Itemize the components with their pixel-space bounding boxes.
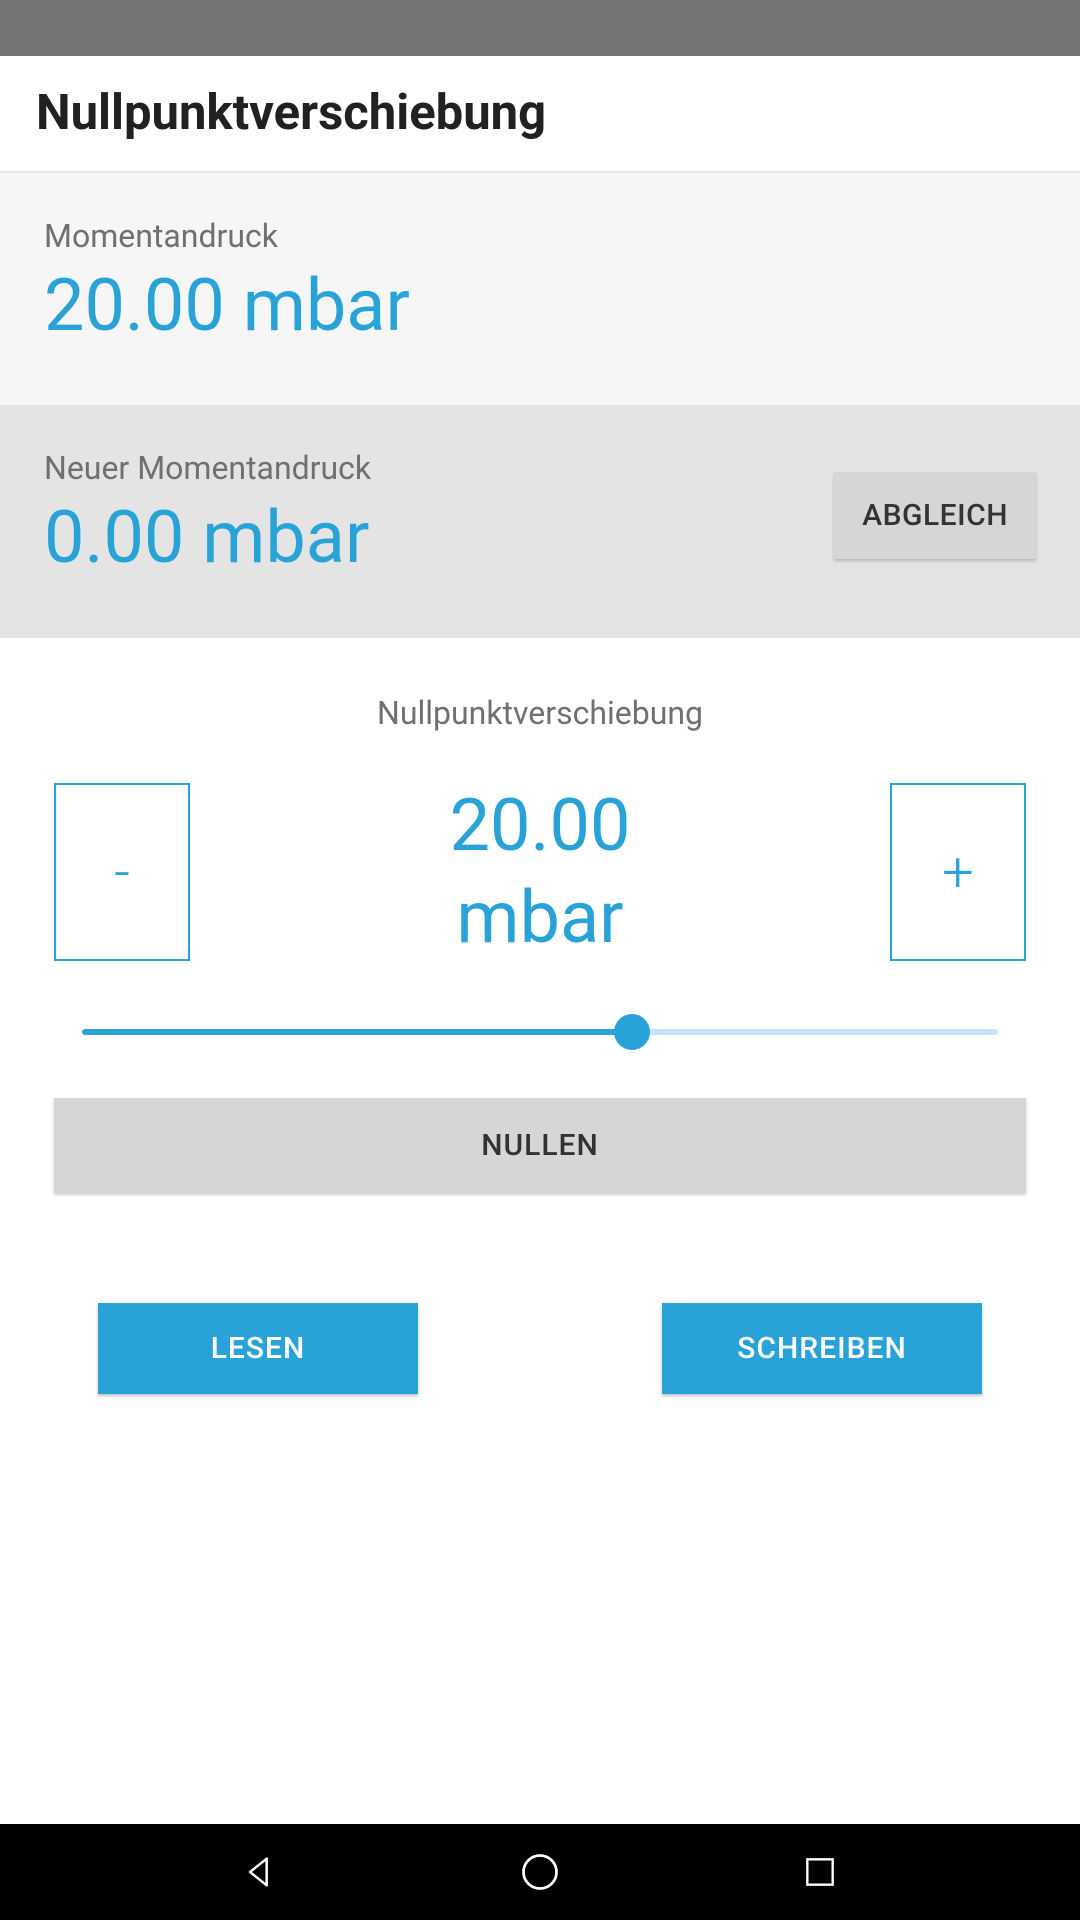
abgleich-button[interactable]: ABGLEICH: [834, 472, 1036, 559]
back-icon[interactable]: [236, 1848, 284, 1896]
read-button[interactable]: LESEN: [98, 1303, 418, 1394]
recent-icon[interactable]: [796, 1848, 844, 1896]
current-pressure-label: Momentandruck: [44, 217, 1036, 255]
status-bar: [0, 0, 1080, 56]
decrement-button[interactable]: -: [54, 783, 190, 961]
slider-fill: [82, 1029, 632, 1035]
home-icon[interactable]: [516, 1848, 564, 1896]
offset-value-number: 20.00: [208, 780, 872, 872]
navigation-bar: [0, 1824, 1080, 1920]
bottom-actions: LESEN SCHREIBEN: [54, 1303, 1026, 1394]
offset-value-box: 20.00 mbar: [190, 780, 890, 964]
new-pressure-section: Neuer Momentandruck 0.00 mbar ABGLEICH: [0, 405, 1080, 637]
offset-section: Nullpunktverschiebung - 20.00 mbar + NUL…: [0, 638, 1080, 1394]
header: Nullpunktverschiebung: [0, 56, 1080, 173]
slider-thumb[interactable]: [614, 1014, 650, 1050]
offset-title: Nullpunktverschiebung: [377, 694, 703, 732]
offset-stepper: - 20.00 mbar +: [54, 780, 1026, 964]
nullen-button[interactable]: NULLEN: [54, 1098, 1026, 1193]
increment-button[interactable]: +: [890, 783, 1026, 961]
current-pressure-value: 20.00 mbar: [44, 263, 1036, 349]
current-pressure-section: Momentandruck 20.00 mbar: [0, 173, 1080, 405]
offset-value-unit: mbar: [208, 872, 872, 964]
write-button[interactable]: SCHREIBEN: [662, 1303, 982, 1394]
new-pressure-value: 0.00 mbar: [44, 495, 371, 581]
page-title: Nullpunktverschiebung: [36, 84, 1044, 141]
new-pressure-label: Neuer Momentandruck: [44, 449, 371, 487]
offset-slider[interactable]: [82, 1012, 998, 1052]
new-pressure-readout: Neuer Momentandruck 0.00 mbar: [44, 449, 371, 581]
